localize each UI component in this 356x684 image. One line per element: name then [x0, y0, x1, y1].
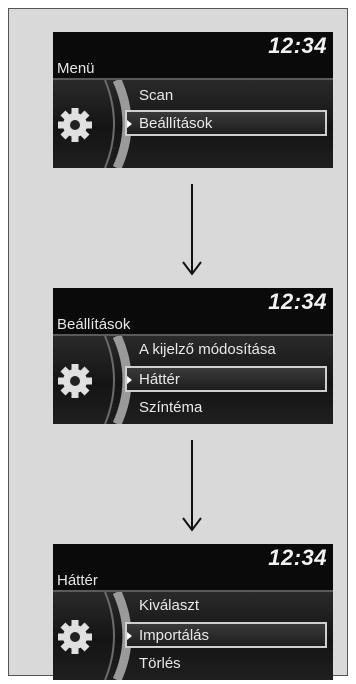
display-screen-settings: 12:34 Beállítások A kijelző módosítása H…	[53, 288, 333, 424]
screen-title: Háttér	[57, 572, 98, 589]
arrow-down-icon	[182, 184, 202, 276]
clock: 12:34	[268, 545, 327, 570]
gear-icon	[57, 107, 93, 143]
clock: 12:34	[268, 289, 327, 314]
selection-pointer-icon	[127, 120, 132, 128]
menu-item-delete[interactable]: Törlés	[139, 655, 181, 672]
gear-icon	[57, 619, 93, 655]
menu-item-scan[interactable]: Scan	[139, 87, 173, 104]
selection-pointer-icon	[127, 376, 132, 384]
selection-pointer-icon	[127, 632, 132, 640]
menu-item-background[interactable]: Háttér	[139, 371, 180, 388]
display-screen-menu: 12:34 Menü Scan Beállítások	[53, 32, 333, 168]
gear-icon	[57, 363, 93, 399]
menu-item-color-theme[interactable]: Színtéma	[139, 399, 202, 416]
arrow-down-icon	[182, 440, 202, 532]
menu-item-settings[interactable]: Beállítások	[139, 115, 212, 132]
display-screen-background: 12:34 Háttér Kiválaszt Importálás Törlés	[53, 544, 333, 680]
screen-title: Beállítások	[57, 316, 131, 333]
menu-item-import[interactable]: Importálás	[139, 627, 209, 644]
clock: 12:34	[268, 33, 327, 58]
screen-title: Menü	[57, 60, 95, 77]
illustration-frame: 12:34 Menü Scan Beállítások 12:34 Beállí…	[8, 8, 348, 680]
menu-item-select[interactable]: Kiválaszt	[139, 597, 199, 614]
menu-item-change-display[interactable]: A kijelző módosítása	[139, 341, 276, 358]
